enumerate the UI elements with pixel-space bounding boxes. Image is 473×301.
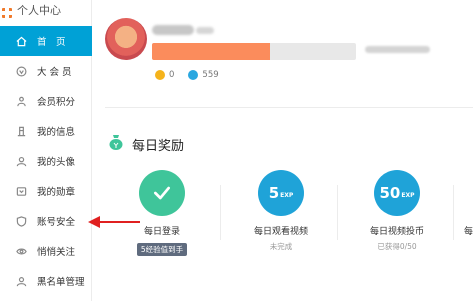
annotation-arrow-icon <box>88 216 100 228</box>
exp-badge: 50 EXP <box>374 170 420 216</box>
divider <box>220 185 221 240</box>
bcoin-icon <box>188 70 199 80</box>
sidebar-item-label: 我的勋章 <box>37 187 76 198</box>
reward-label: 每日观看视频 <box>253 227 308 237</box>
exp-text-blurred <box>365 46 430 53</box>
points-icon <box>15 95 27 107</box>
sidebar-item-home[interactable]: 首 页 <box>0 26 92 56</box>
home-icon <box>15 35 27 47</box>
sidebar-item-label: 首 页 <box>37 37 66 48</box>
app-logo-icon <box>0 0 14 26</box>
reward-status: 未完成 <box>269 242 293 251</box>
annotation-arrow-line <box>98 221 140 223</box>
sidebar: 个人中心 首 页 大 会 员 会员积分 我的信息 我的头像 我的勋章 账号安全 … <box>0 0 92 301</box>
reward-login[interactable]: 每日登录 5经验值到手 <box>130 170 194 256</box>
sidebar-item-info[interactable]: 我的信息 <box>0 116 92 146</box>
currency-row: 0 559 <box>155 70 219 80</box>
user-info-icon <box>15 125 27 137</box>
divider <box>337 185 338 240</box>
sidebar-item-label: 会员积分 <box>37 97 76 108</box>
sidebar-item-label: 我的信息 <box>37 127 76 138</box>
block-icon <box>15 275 27 287</box>
sidebar-item-blacklist[interactable]: 黑名单管理 <box>0 266 92 296</box>
reward-coin-video[interactable]: 50 EXP 每日视频投币 已获得0/50 <box>365 170 429 252</box>
eye-icon <box>15 245 27 257</box>
reward-bag-icon <box>109 135 123 150</box>
section-divider <box>105 107 473 108</box>
shield-icon <box>15 215 27 227</box>
reward-label: 每日视频投币 <box>369 227 424 237</box>
sidebar-item-medal[interactable]: 我的勋章 <box>0 176 92 206</box>
reward-label-partial: 每 <box>464 227 473 237</box>
sidebar-item-follow[interactable]: 悄悄关注 <box>0 236 92 266</box>
sidebar-item-security[interactable]: 账号安全 <box>0 206 92 236</box>
sidebar-item-label: 我的头像 <box>37 157 76 168</box>
sidebar-item-label: 账号安全 <box>37 217 76 228</box>
sidebar-item-avatar[interactable]: 我的头像 <box>0 146 92 176</box>
reward-label: 每日登录 <box>143 227 180 237</box>
bcoin-count: 559 <box>202 70 219 80</box>
sidebar-item-points[interactable]: 会员积分 <box>0 86 92 116</box>
sidebar-item-label: 黑名单管理 <box>37 277 85 288</box>
exp-progress-fill <box>152 43 271 60</box>
check-icon <box>139 170 185 216</box>
avatar[interactable] <box>105 18 147 60</box>
coin-icon <box>155 70 165 80</box>
exp-progress-bar <box>152 43 356 60</box>
user-level-blurred <box>196 27 214 34</box>
divider <box>453 185 454 240</box>
sidebar-title: 个人中心 <box>17 4 61 17</box>
reward-watch-video[interactable]: 5 EXP 每日观看视频 未完成 <box>249 170 313 252</box>
daily-reward-title: 每日奖励 <box>132 139 185 154</box>
avatar-icon <box>15 155 27 167</box>
vip-icon <box>15 65 27 77</box>
sidebar-item-label: 悄悄关注 <box>37 247 76 258</box>
username-blurred <box>152 25 194 35</box>
coin-count: 0 <box>169 70 175 80</box>
sidebar-item-label: 大 会 员 <box>37 67 72 78</box>
exp-badge: 5 EXP <box>258 170 304 216</box>
reward-status: 已获得0/50 <box>377 242 417 251</box>
sidebar-item-vip[interactable]: 大 会 员 <box>0 56 92 86</box>
reward-status: 5经验值到手 <box>136 243 188 256</box>
medal-icon <box>15 185 27 197</box>
